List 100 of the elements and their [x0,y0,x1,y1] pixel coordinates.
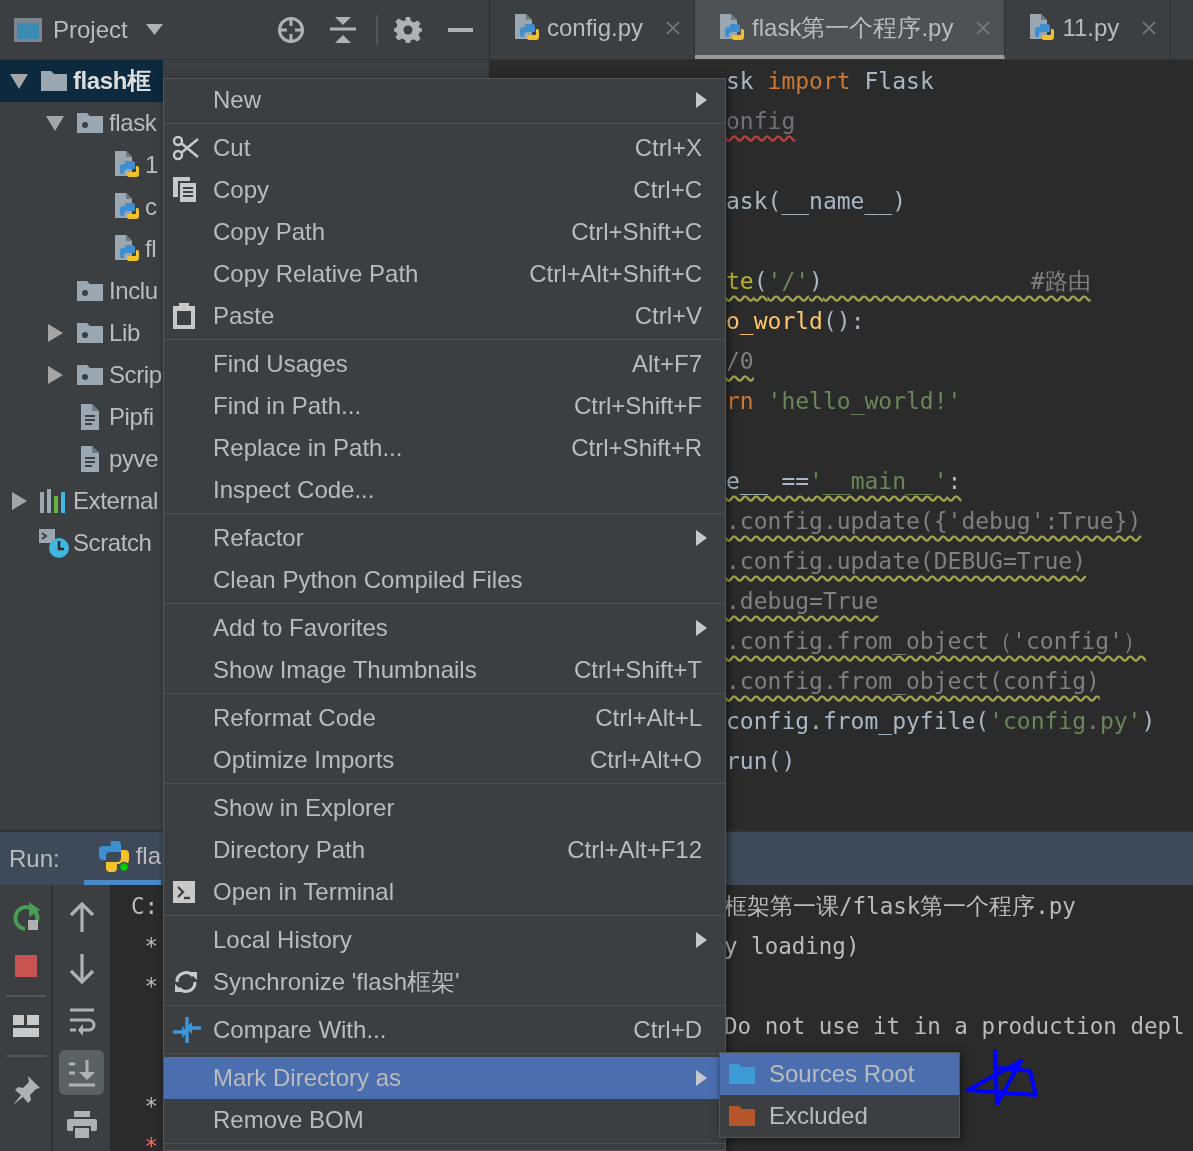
close-icon[interactable] [1141,19,1158,36]
console-text: y loading) [724,933,860,959]
print-icon [66,1110,97,1139]
menu-item[interactable]: Reformat Code Ctrl+Alt+L [164,697,725,739]
terminal-icon [172,880,196,904]
collapse-triangle-icon[interactable] [9,71,29,91]
code-line: .config.from_object(config) [726,667,1100,697]
text-file-icon [79,444,101,474]
stop-icon[interactable] [14,955,37,977]
code-line: o_world(): [726,307,865,337]
locate-icon[interactable] [276,15,305,44]
editor-tab[interactable]: flask第一个程序.py [695,0,1006,59]
console-text: Do not use it in a production depl [724,1013,1185,1039]
menu-item[interactable]: Refactor [164,517,725,559]
expand-triangle-icon[interactable] [9,491,29,511]
minimize-icon[interactable] [447,27,473,32]
python-file-icon [1027,12,1056,43]
clipboard-icon [172,302,196,330]
rerun-icon[interactable] [10,901,41,931]
editor-tab[interactable]: config.py [490,0,696,59]
run-label: Run: [9,844,60,873]
code-line: .config.update({'debug':True}) [726,507,1142,536]
collapse-all-icon[interactable] [329,16,356,43]
submenu-arrow-icon [696,932,707,948]
shortcut-label: Ctrl+Shift+R [570,434,702,462]
menu-item[interactable]: Clean Python Compiled Files [164,559,725,601]
menu-item[interactable]: Copy Ctrl+C [164,169,725,211]
soft-wrap-icon [67,1006,96,1035]
menu-item[interactable]: Optimize Imports Ctrl+Alt+O [164,739,725,781]
project-window-icon [13,16,43,43]
tree-row[interactable]: Scrip [0,354,163,396]
python-file-icon [112,150,140,180]
tree-row[interactable]: Lib [0,312,163,354]
tree-row[interactable]: fl [0,228,163,270]
shortcut-label: Ctrl+X [633,134,702,162]
menu-item[interactable]: Directory Path Ctrl+Alt+F12 [164,829,725,871]
tree-row[interactable]: flask [0,102,163,144]
expand-triangle-icon[interactable] [45,323,65,343]
console-text: 框架第一课/flask第一个程序.py [724,893,1076,919]
menu-item[interactable]: Add to Favorites [164,607,725,649]
shortcut-label: Ctrl+C [632,176,702,204]
shortcut-label: Ctrl+V [633,302,702,330]
tree-item-label: Scratch [73,529,152,557]
menu-item[interactable]: Replace in Path... Ctrl+Shift+R [164,427,725,469]
pin-icon[interactable] [10,1075,41,1105]
tree-item-label: External [73,487,158,515]
shortcut-label: Ctrl+Shift+C [570,218,702,246]
menu-item[interactable]: Open in Terminal [164,871,725,913]
tree-row[interactable]: Pipfi [0,396,163,438]
tree-row[interactable]: flash框 [0,60,163,102]
tree-item-label: fl [145,235,157,263]
menu-item[interactable]: Synchronize 'flash框架' [164,961,725,1003]
close-icon[interactable] [665,19,682,36]
shortcut-label: Ctrl+D [632,1016,702,1044]
shortcut-label: Ctrl+Alt+O [588,746,702,774]
root-folder-icon [40,69,68,93]
tree-row[interactable]: External [0,480,163,522]
menu-item[interactable]: Local History [164,919,725,961]
menu-item[interactable]: Show in Explorer [164,787,725,829]
tree-row[interactable]: pyve [0,438,163,480]
menu-item[interactable]: Find in Path... Ctrl+Shift+F [164,385,725,427]
console-text: * [143,1132,159,1151]
tree-row[interactable]: Scratch [0,522,163,564]
folder-icon [76,363,104,387]
menu-item[interactable]: Copy Relative Path Ctrl+Alt+Shift+C [164,253,725,295]
toolbar-button[interactable] [59,1050,104,1095]
console-text: C: [129,892,159,921]
text-file-icon [79,402,101,432]
editor-tab[interactable]: 11.py [1005,0,1172,59]
code-line: .config.from_object（'config'） [726,627,1146,657]
menu-item[interactable]: New [164,79,725,121]
tree-row[interactable]: Inclu [0,270,163,312]
compare-icon [172,1015,202,1045]
menu-item[interactable]: Cut Ctrl+X [164,127,725,169]
layout-icon[interactable] [12,1015,39,1037]
menu-item[interactable]: Copy Path Ctrl+Shift+C [164,211,725,253]
python-file-icon [112,234,140,264]
menu-item[interactable]: Show Image Thumbnails Ctrl+Shift+T [164,649,725,691]
scissors-icon [172,134,200,162]
menu-item[interactable]: Find Usages Alt+F7 [164,343,725,385]
tree-row[interactable]: c [0,186,163,228]
code-line: run() [726,747,796,776]
scroll-to-end-icon [67,1058,96,1087]
tree-row[interactable]: 1 [0,144,163,186]
expand-triangle-icon[interactable] [45,365,65,385]
code-line: .config.update(DEBUG=True) [726,547,1087,576]
code-line: sk import Flask [726,67,934,96]
code-line: config.from_pyfile('config.py') [726,707,1156,737]
python-file-icon [717,12,746,43]
python-icon [97,840,130,872]
project-view-dropdown[interactable]: Project [53,15,163,44]
shortcut-label: Alt+F7 [630,350,702,378]
menu-item[interactable]: Compare With... Ctrl+D [164,1009,725,1051]
menu-item[interactable]: Inspect Code... [164,469,725,511]
tree-item-label: flash框 [73,66,151,96]
console-text: * [143,1092,159,1121]
shortcut-label: Ctrl+Alt+Shift+C [528,260,702,288]
collapse-triangle-icon[interactable] [45,113,65,133]
menu-item[interactable]: Paste Ctrl+V [164,295,725,337]
settings-icon[interactable] [393,15,422,44]
